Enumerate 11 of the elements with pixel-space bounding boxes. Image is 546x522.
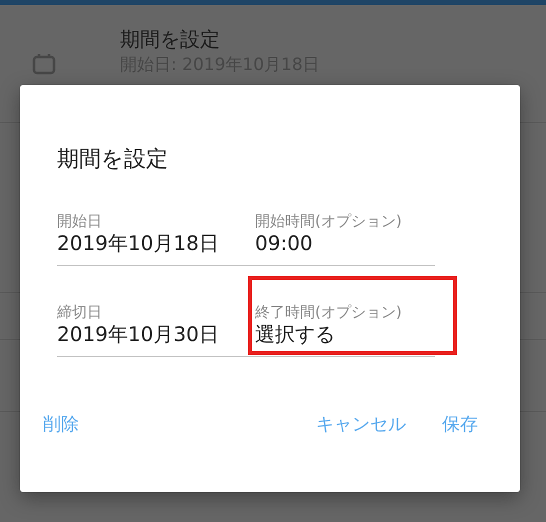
field-value[interactable]: 2019年10月18日 [57,230,251,256]
field-label: 終了時間(オプション) [255,303,403,321]
calendar-icon [32,52,56,76]
field-label: 締切日 [57,303,103,321]
field-value[interactable]: 09:00 [255,230,453,256]
item-title: 期間を設定 [120,26,221,52]
field-value[interactable]: 選択する [255,321,453,347]
dialog-title: 期間を設定 [57,146,169,174]
field-label: 開始日 [57,212,103,230]
field-value[interactable]: 2019年10月30日 [57,321,251,347]
field-label: 開始時間(オプション) [255,212,403,230]
